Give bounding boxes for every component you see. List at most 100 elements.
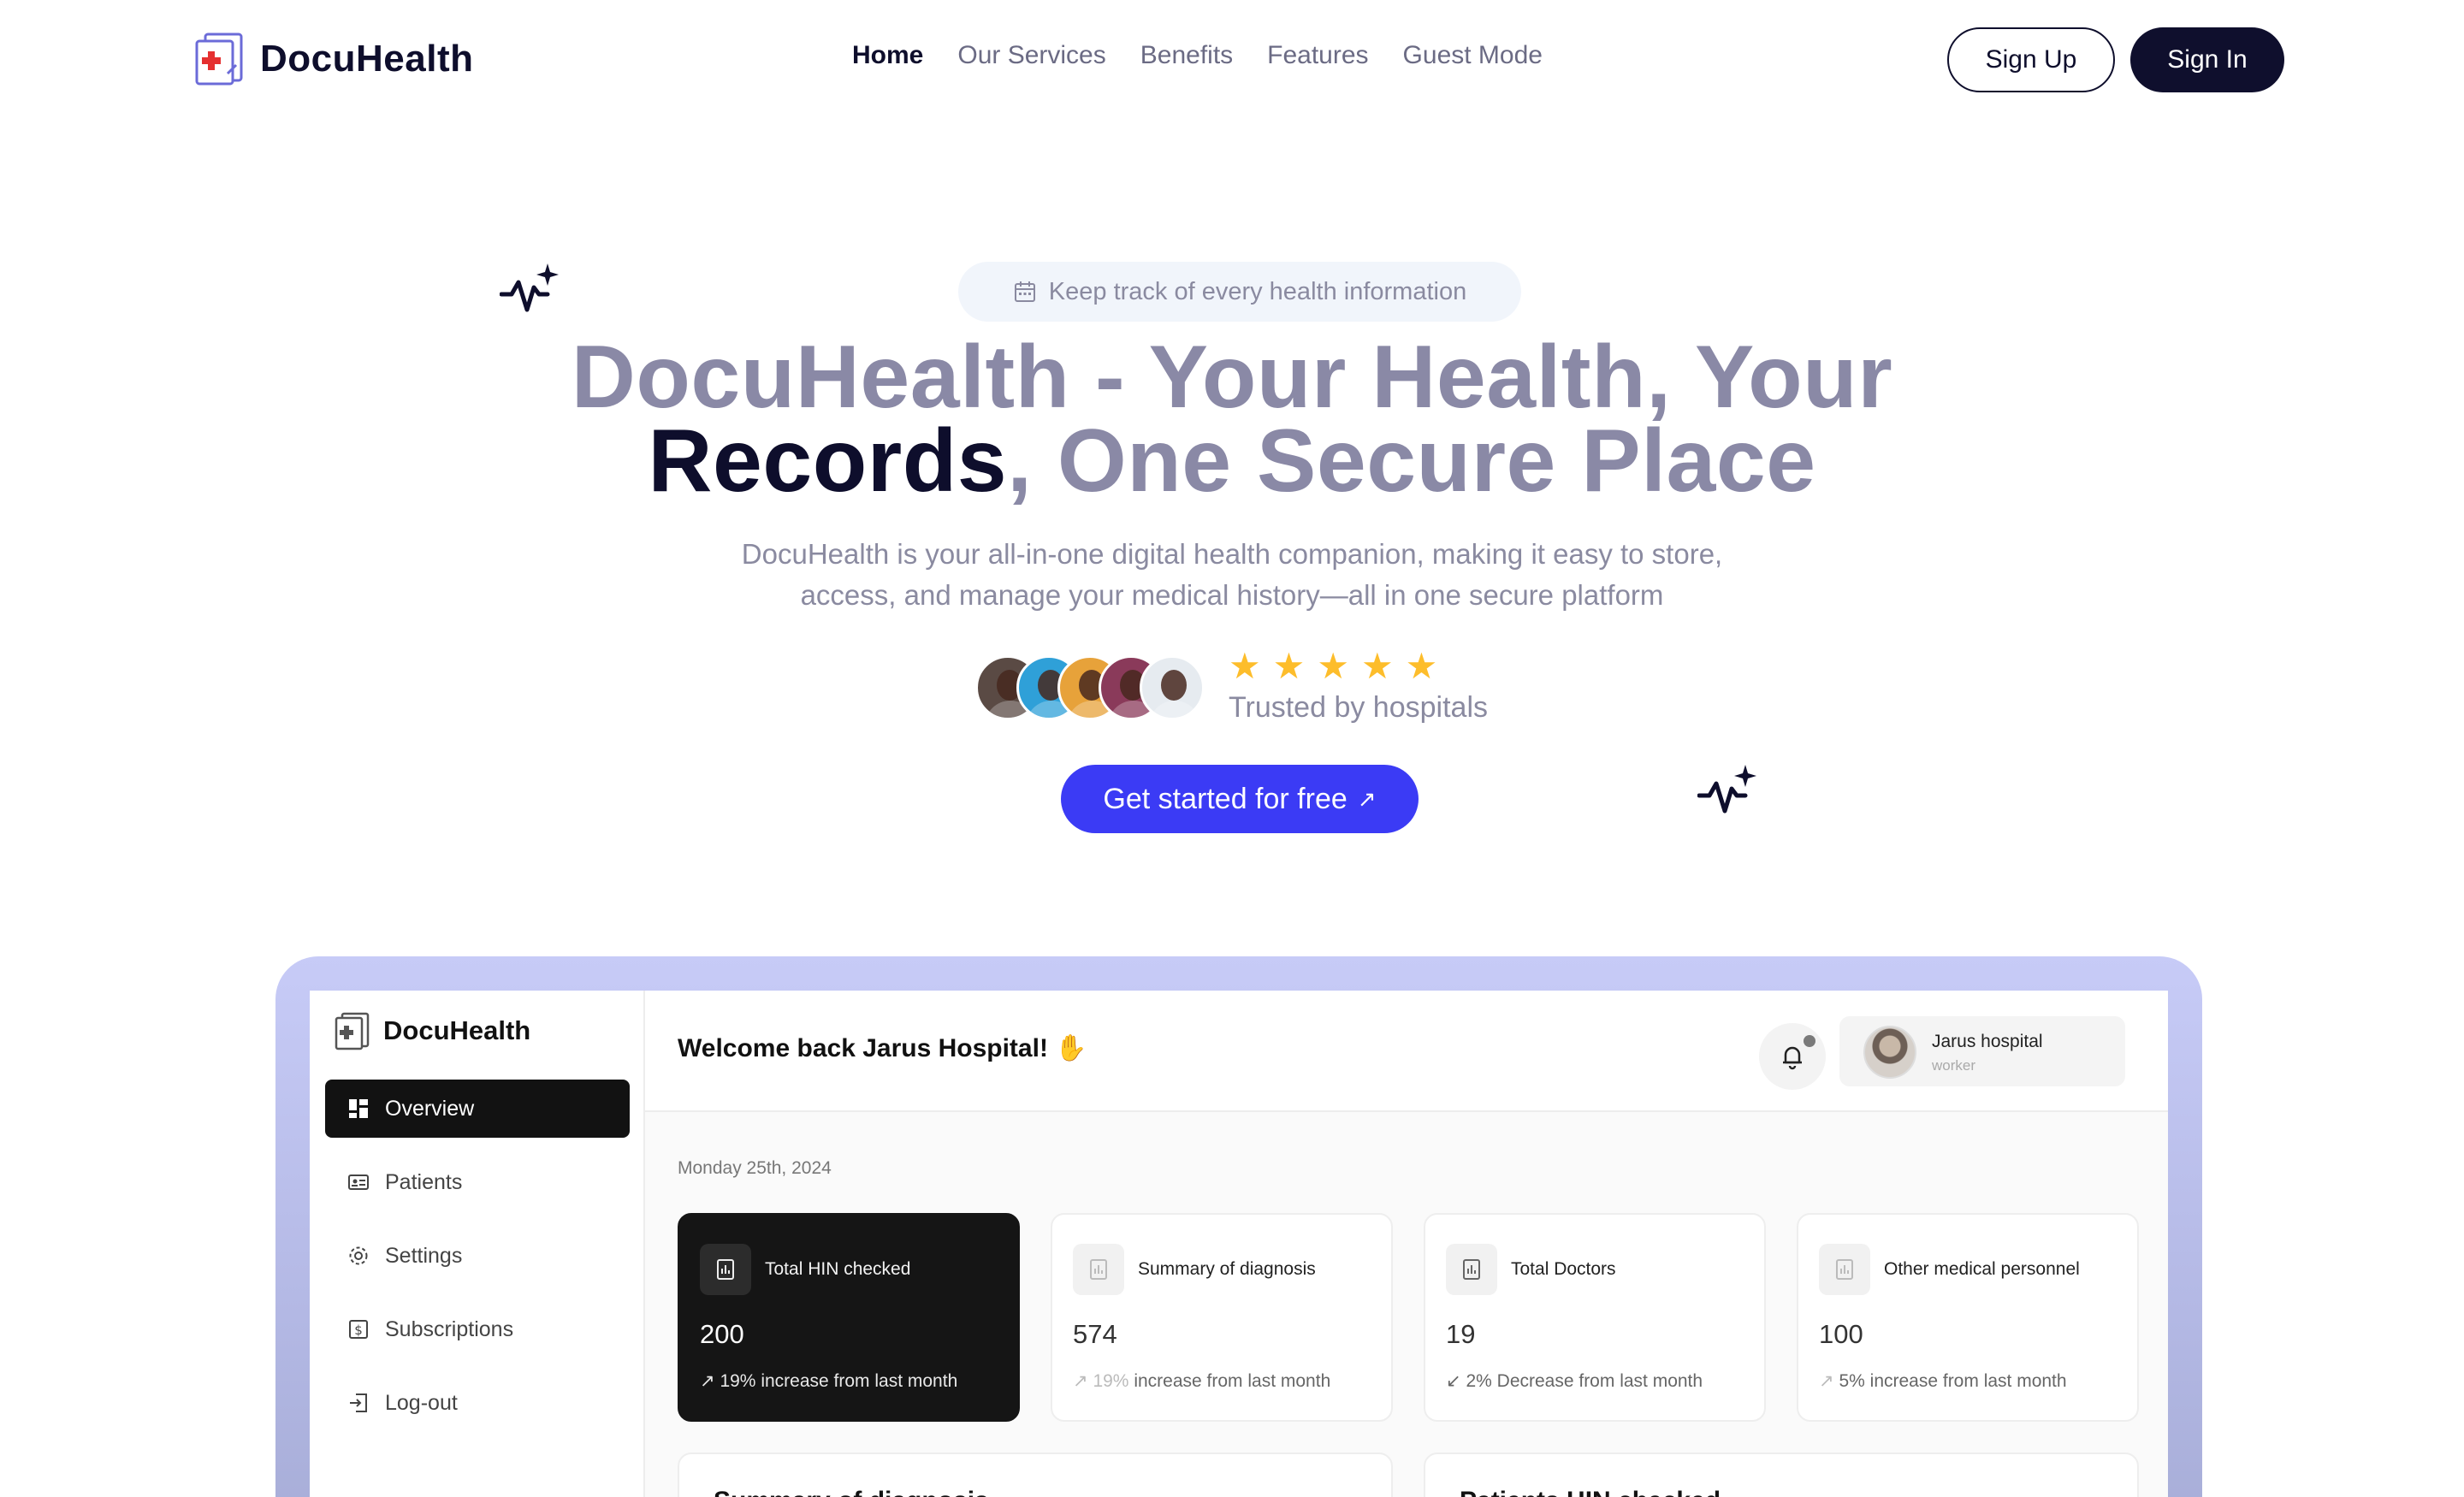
notifications-button[interactable] bbox=[1759, 1023, 1826, 1090]
trend-text: increase from last month bbox=[1128, 1371, 1331, 1391]
logout-icon bbox=[350, 1393, 367, 1412]
trend-percent: 5% bbox=[1839, 1371, 1865, 1391]
trend-arrow-icon: ↗ bbox=[1819, 1371, 1834, 1391]
hero-subtitle-line2: access, and manage your medical history—… bbox=[800, 579, 1664, 611]
stat-card-value: 100 bbox=[1819, 1319, 1863, 1349]
dashboard-header: Welcome back Jarus Hospital! ✋ Jarus hosp… bbox=[645, 991, 2168, 1112]
welcome-text: Welcome back Jarus Hospital! bbox=[678, 1034, 1048, 1062]
grid-icon bbox=[349, 1099, 368, 1118]
star-icon: ★ bbox=[1317, 646, 1349, 686]
stat-card-title: Total HIN checked bbox=[765, 1259, 911, 1279]
star-icon: ★ bbox=[1272, 646, 1306, 686]
hero-subtitle-line1: DocuHealth is your all-in-one digital he… bbox=[741, 538, 1723, 570]
dollar-icon: $ bbox=[349, 1320, 368, 1339]
stat-card-trend: ↗ 19% increase from last month bbox=[1073, 1370, 1330, 1392]
stat-card-title: Summary of diagnosis bbox=[1138, 1259, 1316, 1279]
brand-name: DocuHealth bbox=[260, 38, 474, 80]
sidebar-item-log-out[interactable]: Log-out bbox=[325, 1374, 630, 1432]
dashboard-logo[interactable]: DocuHealth bbox=[334, 1011, 530, 1050]
trend-percent: 19% bbox=[1093, 1371, 1129, 1391]
top-nav: DocuHealth Home Our Services Benefits Fe… bbox=[0, 0, 2464, 120]
stat-card-trend: ↗ 19% increase from last month bbox=[700, 1370, 957, 1392]
stat-card-total-hin[interactable]: Total HIN checked 200 ↗ 19% increase fro… bbox=[678, 1213, 1020, 1422]
pulse-sparkle-icon bbox=[500, 263, 559, 312]
bell-icon bbox=[1783, 1046, 1802, 1070]
trend-text: increase from last month bbox=[1864, 1371, 2067, 1391]
trend-text: increase from last month bbox=[755, 1371, 958, 1391]
hero-title-highlight: Records bbox=[648, 411, 1008, 511]
sidebar-item-label: Settings bbox=[385, 1243, 463, 1268]
nav-link-our-services[interactable]: Our Services bbox=[957, 41, 1105, 70]
nav-link-guest-mode[interactable]: Guest Mode bbox=[1403, 41, 1543, 70]
panel-title: Patients HIN checked bbox=[1460, 1487, 1721, 1497]
stat-card-trend: ↙ 2% Decrease from last month bbox=[1446, 1370, 1703, 1392]
hero-title-part2: , One Secure Place bbox=[1007, 411, 1816, 511]
current-date: Monday 25th, 2024 bbox=[678, 1158, 832, 1178]
user-profile[interactable]: Jarus hospital worker bbox=[1839, 1016, 2125, 1086]
nav-links: Home Our Services Benefits Features Gues… bbox=[852, 41, 1543, 70]
nav-link-features[interactable]: Features bbox=[1267, 41, 1368, 70]
stat-card-value: 200 bbox=[700, 1319, 744, 1349]
medical-folder-icon bbox=[195, 33, 243, 86]
stat-card-other-personnel[interactable]: Other medical personnel 100 ↗ 5% increas… bbox=[1797, 1213, 2139, 1422]
trend-arrow-icon: ↙ bbox=[1446, 1371, 1461, 1391]
sidebar-item-label: Overview bbox=[385, 1096, 475, 1121]
tagline-text: Keep track of every health information bbox=[1048, 277, 1467, 305]
panel-title: Summary of diagnosis bbox=[714, 1487, 989, 1497]
sidebar-item-settings[interactable]: Settings bbox=[325, 1227, 630, 1285]
star-icon: ★ bbox=[1229, 646, 1261, 686]
trend-percent: 2% bbox=[1466, 1371, 1492, 1391]
sidebar-item-label: Subscriptions bbox=[385, 1317, 514, 1341]
user-name: Jarus hospital bbox=[1932, 1032, 2043, 1051]
avatar-group bbox=[975, 655, 1205, 720]
arrow-up-right-icon: ↗ bbox=[1357, 785, 1377, 812]
medical-folder-icon bbox=[335, 1012, 370, 1050]
star-icon: ★ bbox=[1360, 646, 1394, 686]
sign-in-button[interactable]: Sign In bbox=[2130, 27, 2284, 92]
sidebar-item-subscriptions[interactable]: $ Subscriptions bbox=[325, 1300, 630, 1358]
gear-icon bbox=[349, 1246, 368, 1265]
star-icon: ★ bbox=[1405, 646, 1438, 686]
brand-logo[interactable]: DocuHealth bbox=[193, 31, 473, 87]
trend-percent: 19% bbox=[720, 1371, 756, 1391]
stat-card-value: 19 bbox=[1446, 1319, 1476, 1349]
patients-hin-checked-panel: Patients HIN checked bbox=[1424, 1453, 2139, 1497]
avatar bbox=[1140, 655, 1205, 720]
trusted-by-text: Trusted by hospitals bbox=[1229, 691, 1488, 724]
sign-up-button[interactable]: Sign Up bbox=[1947, 27, 2115, 92]
stat-card-title: Total Doctors bbox=[1511, 1259, 1616, 1279]
stat-card-value: 574 bbox=[1073, 1319, 1117, 1349]
stat-card-trend: ↗ 5% increase from last month bbox=[1819, 1370, 2067, 1392]
dashboard-preview: DocuHealth Overview Patients Settings $ … bbox=[310, 991, 2168, 1497]
sidebar-item-label: Patients bbox=[385, 1169, 463, 1194]
trend-text: Decrease from last month bbox=[1491, 1371, 1703, 1391]
hero-subtitle: DocuHealth is your all-in-one digital he… bbox=[633, 534, 1831, 616]
hero-title: DocuHealth - Your Health, Your Records, O… bbox=[376, 333, 2088, 506]
nav-link-benefits[interactable]: Benefits bbox=[1140, 41, 1233, 70]
notification-dot bbox=[1804, 1035, 1815, 1047]
calendar-icon bbox=[1014, 281, 1035, 302]
waving-hand-icon: ✋ bbox=[1054, 1034, 1087, 1062]
user-role: worker bbox=[1932, 1057, 1976, 1074]
sidebar-item-overview[interactable]: Overview bbox=[325, 1080, 630, 1138]
report-icon bbox=[1446, 1244, 1497, 1295]
get-started-button[interactable]: Get started for free ↗ bbox=[1061, 765, 1419, 833]
stat-card-total-doctors[interactable]: Total Doctors 19 ↙ 2% Decrease from last… bbox=[1424, 1213, 1766, 1422]
sidebar-item-patients[interactable]: Patients bbox=[325, 1153, 630, 1211]
star-rating: ★ ★ ★ ★ ★ bbox=[1229, 645, 1437, 687]
summary-of-diagnosis-panel: Summary of diagnosis bbox=[678, 1453, 1393, 1497]
sidebar-item-label: Log-out bbox=[385, 1390, 458, 1415]
stat-card-summary-diagnosis[interactable]: Summary of diagnosis 574 ↗ 19% increase … bbox=[1051, 1213, 1393, 1422]
pulse-sparkle-icon bbox=[1697, 765, 1756, 814]
stat-card-title: Other medical personnel bbox=[1884, 1259, 2080, 1279]
get-started-label: Get started for free bbox=[1103, 782, 1348, 815]
report-icon bbox=[700, 1244, 751, 1295]
report-icon bbox=[1073, 1244, 1124, 1295]
trend-arrow-icon: ↗ bbox=[700, 1371, 715, 1391]
dashboard-sidebar: DocuHealth Overview Patients Settings $ … bbox=[310, 991, 645, 1497]
dashboard-brand: DocuHealth bbox=[383, 1015, 531, 1045]
avatar bbox=[1863, 1026, 1916, 1079]
report-icon bbox=[1819, 1244, 1870, 1295]
nav-link-home[interactable]: Home bbox=[852, 41, 923, 70]
id-card-icon bbox=[348, 1175, 369, 1190]
